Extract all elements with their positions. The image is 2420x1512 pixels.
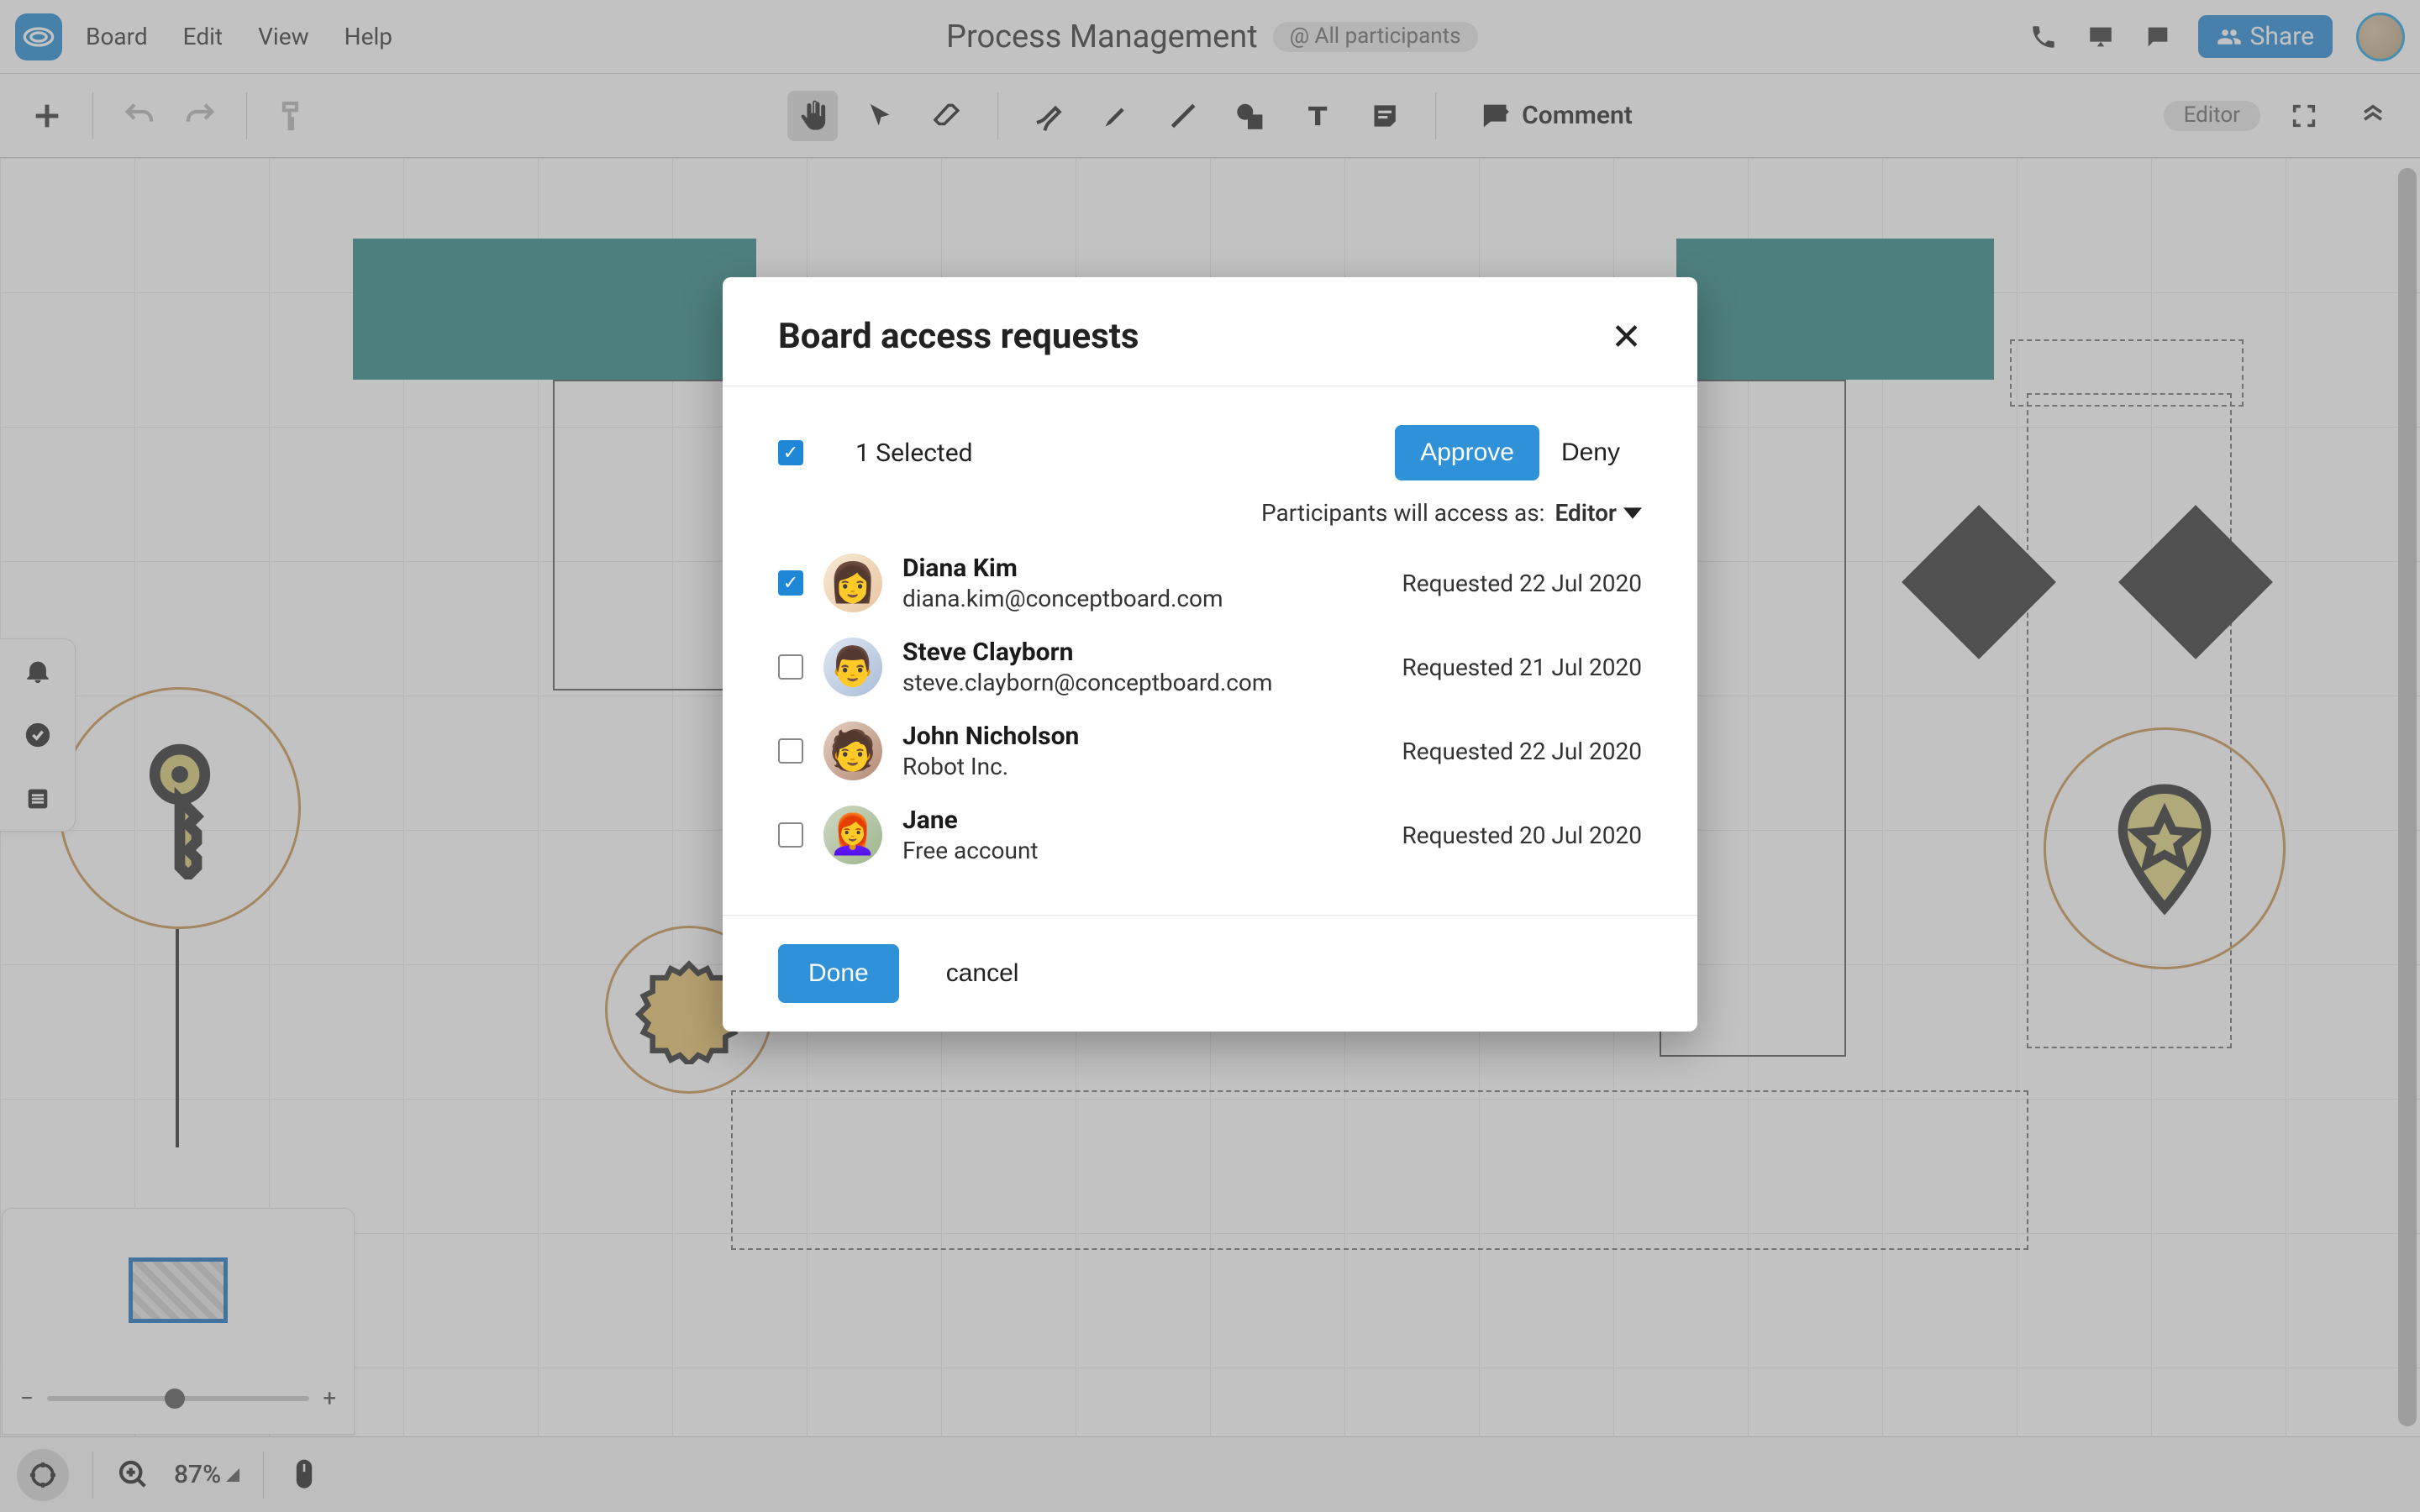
approve-button[interactable]: Approve (1395, 425, 1539, 480)
access-requests-dialog: Board access requests ✕ ✓ 1 Selected App… (723, 277, 1697, 1032)
request-checkbox[interactable] (778, 738, 803, 764)
request-date: Requested 21 Jul 2020 (1402, 654, 1643, 681)
request-row: 🧑 John Nicholson Robot Inc. Requested 22… (778, 722, 1642, 780)
selection-row: ✓ 1 Selected Approve Deny (778, 425, 1642, 480)
done-button[interactable]: Done (778, 944, 899, 1003)
select-all-checkbox[interactable]: ✓ (778, 440, 803, 465)
deny-button[interactable]: Deny (1539, 425, 1642, 480)
request-date: Requested 22 Jul 2020 (1402, 738, 1643, 765)
dialog-header: Board access requests ✕ (723, 277, 1697, 386)
request-row: 👨 Steve Clayborn steve.clayborn@conceptb… (778, 638, 1642, 696)
request-checkbox[interactable] (778, 654, 803, 680)
dialog-body: ✓ 1 Selected Approve Deny Participants w… (723, 386, 1697, 915)
request-sub: Robot Inc. (902, 753, 1079, 780)
dialog-title: Board access requests (778, 316, 1139, 357)
avatar: 🧑 (823, 722, 882, 780)
request-sub: Free account (902, 837, 1039, 864)
access-as-dropdown[interactable]: Editor (1555, 499, 1642, 527)
access-as-row: Participants will access as: Editor (778, 499, 1642, 527)
request-date: Requested 22 Jul 2020 (1402, 570, 1643, 597)
avatar: 👨 (823, 638, 882, 696)
request-name: John Nicholson (902, 722, 1079, 751)
close-icon[interactable]: ✕ (1611, 318, 1642, 355)
selected-count: 1 Selected (855, 438, 973, 468)
request-checkbox[interactable] (778, 822, 803, 848)
request-row: ✓ 👩 Diana Kim diana.kim@conceptboard.com… (778, 554, 1642, 612)
request-name: Steve Clayborn (902, 638, 1272, 667)
request-row: 👩‍🦰 Jane Free account Requested 20 Jul 2… (778, 806, 1642, 864)
request-date: Requested 20 Jul 2020 (1402, 822, 1643, 849)
request-sub: steve.clayborn@conceptboard.com (902, 669, 1272, 696)
access-as-label: Participants will access as: (1261, 499, 1544, 527)
request-name: Diana Kim (902, 554, 1223, 583)
request-name: Jane (902, 806, 1039, 835)
avatar: 👩‍🦰 (823, 806, 882, 864)
cancel-button[interactable]: cancel (924, 946, 1041, 1001)
dialog-footer: Done cancel (723, 915, 1697, 1032)
request-list: ✓ 👩 Diana Kim diana.kim@conceptboard.com… (778, 554, 1642, 864)
request-sub: diana.kim@conceptboard.com (902, 585, 1223, 612)
avatar: 👩 (823, 554, 882, 612)
request-checkbox[interactable]: ✓ (778, 570, 803, 596)
